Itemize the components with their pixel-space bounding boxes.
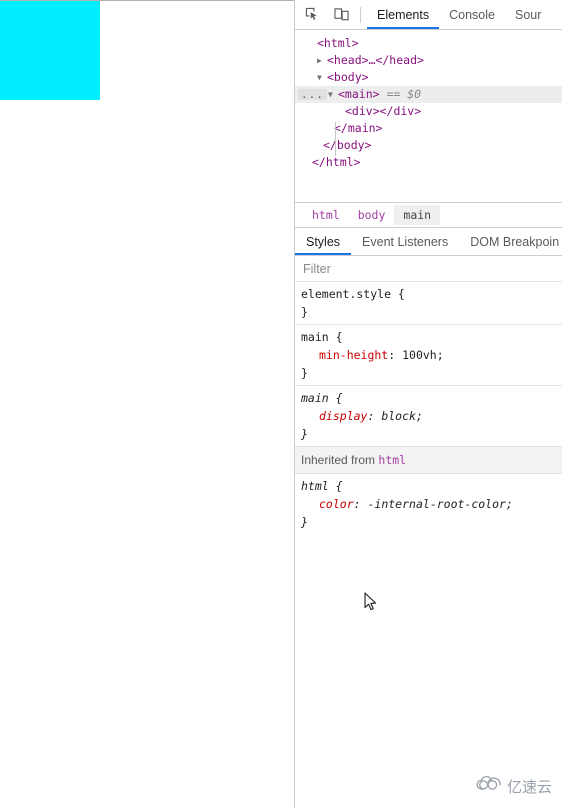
- rendered-page-viewport: [0, 0, 294, 808]
- dom-node-text: </main>: [334, 121, 383, 135]
- breadcrumb-item-main[interactable]: main: [394, 205, 441, 225]
- dom-node-text: <body>: [327, 70, 369, 84]
- dom-node-dollar-zero: == $0: [379, 87, 422, 101]
- dom-node-text: </body>: [323, 138, 372, 152]
- css-selector[interactable]: main {: [301, 328, 562, 346]
- inherited-label: Inherited from: [301, 453, 376, 467]
- css-property-name[interactable]: display: [301, 409, 367, 423]
- tab-dom-breakpoints[interactable]: DOM Breakpoin: [459, 229, 562, 255]
- css-brace-close: }: [301, 515, 308, 529]
- twisty-expanded-icon[interactable]: ▼: [317, 69, 327, 86]
- css-selector[interactable]: element.style {: [301, 285, 562, 303]
- dom-node-main-selected[interactable]: ... ▼ <main> == $0: [295, 86, 562, 103]
- inherited-from-header: Inherited from html: [295, 447, 562, 474]
- inherited-from-tag[interactable]: html: [378, 453, 406, 467]
- css-declaration[interactable]: color: -internal-root-color;: [301, 495, 562, 513]
- watermark-text: 亿速云: [507, 777, 553, 796]
- dom-more-badge[interactable]: ...: [298, 89, 327, 100]
- dom-node-text: <head>…</head>: [327, 53, 424, 67]
- cloud-icon: [476, 775, 502, 797]
- dom-node-text: <html>: [317, 36, 359, 50]
- dom-indent-guide: [335, 122, 336, 156]
- dom-node-div[interactable]: <div></div>: [295, 103, 562, 120]
- styles-filter-row: [295, 256, 562, 282]
- styles-pane: element.style { } main { min-height: 100…: [295, 282, 562, 534]
- dom-node-text: <div></div>: [345, 104, 422, 118]
- breadcrumb-item-html[interactable]: html: [303, 205, 349, 225]
- css-property-value[interactable]: block;: [381, 409, 423, 423]
- tab-event-listeners[interactable]: Event Listeners: [351, 229, 459, 255]
- devtools-panel: Elements Console Sour <html> ▶ <head>…</h…: [294, 0, 562, 808]
- breadcrumb-item-body[interactable]: body: [349, 205, 395, 225]
- css-colon: :: [388, 348, 403, 362]
- twisty-collapsed-icon[interactable]: ▶: [317, 52, 327, 69]
- css-rule-main-useragent[interactable]: main { display: block; }: [295, 386, 562, 447]
- tab-console[interactable]: Console: [439, 0, 505, 29]
- cyan-square-element: [0, 1, 100, 100]
- css-property-value[interactable]: 100vh;: [402, 348, 444, 362]
- css-colon: :: [353, 497, 368, 511]
- inspect-element-icon[interactable]: [299, 3, 325, 27]
- css-colon: :: [367, 409, 382, 423]
- dom-tree: <html> ▶ <head>…</head> ▼ <body> ... ▼ <mai…: [295, 30, 562, 202]
- dom-node-body-open[interactable]: ▼ <body>: [295, 69, 562, 86]
- filter-input[interactable]: [295, 260, 562, 277]
- css-rule-main-author[interactable]: main { min-height: 100vh; }: [295, 325, 562, 386]
- dom-node-html-open[interactable]: <html>: [295, 35, 562, 52]
- dom-node-text: <main>: [338, 87, 380, 101]
- toolbar-divider: [360, 6, 361, 23]
- css-rule-element-style[interactable]: element.style { }: [295, 282, 562, 325]
- styles-sidebar-tabs: Styles Event Listeners DOM Breakpoin: [295, 228, 562, 256]
- css-property-name[interactable]: color: [301, 497, 354, 511]
- css-declaration[interactable]: display: block;: [301, 407, 562, 425]
- twisty-expanded-icon[interactable]: ▼: [328, 86, 338, 103]
- breadcrumb: html body main: [295, 202, 562, 228]
- css-rule-html-useragent[interactable]: html { color: -internal-root-color; }: [295, 474, 562, 534]
- dom-node-head[interactable]: ▶ <head>…</head>: [295, 52, 562, 69]
- tab-sources[interactable]: Sour: [505, 0, 551, 29]
- tab-styles[interactable]: Styles: [295, 229, 352, 255]
- dom-node-text: </html>: [312, 155, 361, 169]
- css-property-name[interactable]: min-height: [301, 348, 388, 362]
- css-declaration[interactable]: min-height: 100vh;: [301, 346, 562, 364]
- css-brace-close: }: [301, 366, 308, 380]
- css-brace-close: }: [301, 305, 308, 319]
- device-toolbar-icon[interactable]: [329, 3, 355, 27]
- css-selector[interactable]: html {: [301, 477, 562, 495]
- watermark: 亿速云: [476, 775, 552, 797]
- devtools-toolbar: Elements Console Sour: [295, 0, 562, 30]
- dom-node-html-close[interactable]: </html>: [295, 154, 562, 171]
- css-selector[interactable]: main {: [301, 389, 562, 407]
- tab-elements[interactable]: Elements: [367, 0, 440, 29]
- css-property-value[interactable]: -internal-root-color;: [367, 497, 512, 511]
- css-brace-close: }: [301, 427, 308, 441]
